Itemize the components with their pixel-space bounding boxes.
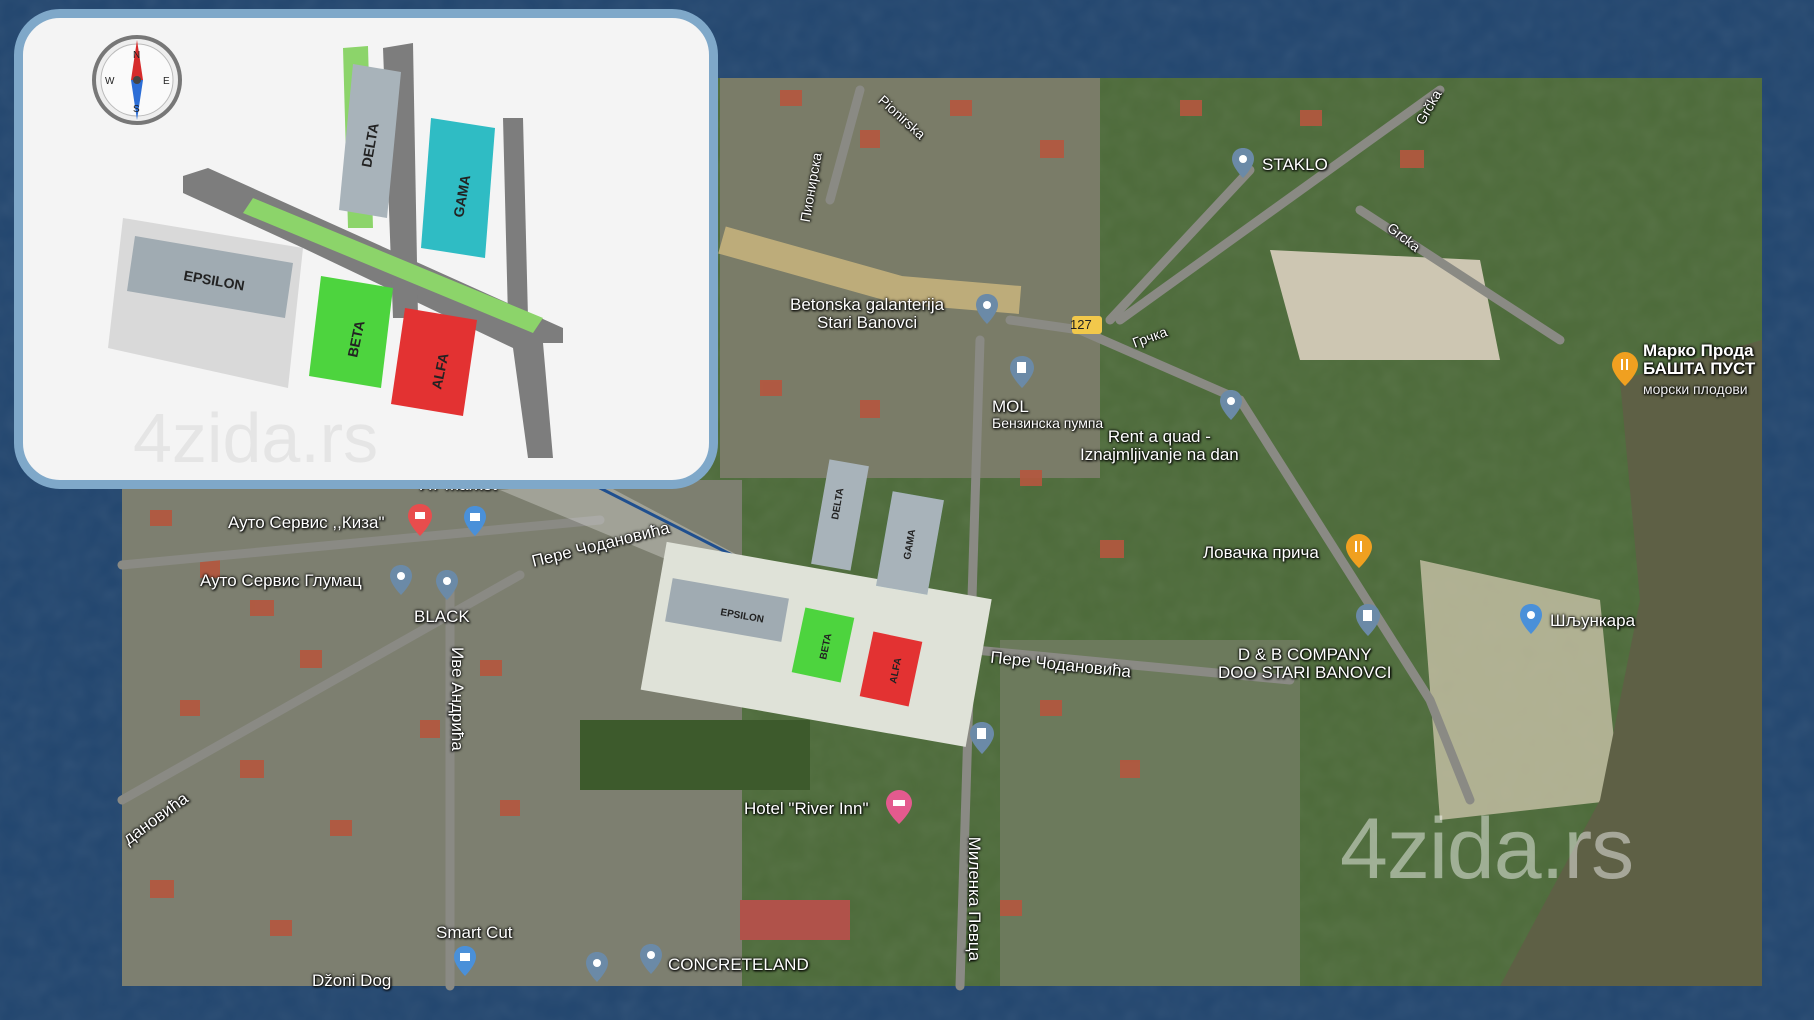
shop-pin-icon[interactable] xyxy=(454,946,476,981)
map-pin-icon[interactable] xyxy=(976,294,998,329)
shop-pin-icon[interactable] xyxy=(464,506,486,541)
car-service-pin-icon[interactable] xyxy=(408,504,432,541)
street-milenka-pevca: Миленка Певца xyxy=(965,836,985,962)
place-morski: морски плодови xyxy=(1643,381,1748,397)
place-lovacka[interactable]: Ловачка прича xyxy=(1203,544,1319,562)
map-pin-icon[interactable] xyxy=(640,944,662,979)
place-smart-cut[interactable]: Smart Cut xyxy=(436,924,513,942)
place-marko[interactable]: Марко Прода xyxy=(1643,342,1754,360)
place-mol[interactable]: MOL xyxy=(992,398,1029,416)
gas-station-icon[interactable] xyxy=(1356,604,1380,641)
place-glumac[interactable]: Ауто Сервис Глумац xyxy=(200,572,362,590)
street-ive-andrica: Иве Андрића xyxy=(447,647,467,751)
place-db-company[interactable]: D & B COMPANY DOO STARI BANOVCI xyxy=(1218,646,1392,682)
place-betonska[interactable]: Betonska galanterija Stari Banovci xyxy=(790,296,944,332)
map-pin-icon[interactable] xyxy=(436,570,458,605)
place-black[interactable]: BLACK xyxy=(414,608,470,626)
restaurant-pin-icon[interactable] xyxy=(1346,534,1372,573)
map-pin-icon[interactable] xyxy=(1232,148,1254,183)
place-hotel-river-inn[interactable]: Hotel "River Inn" xyxy=(744,800,869,818)
compass-e: E xyxy=(163,76,170,87)
site-plan-inset: N S E W EPSILON DELTA GAMA BETA ALFA 4zi… xyxy=(14,9,718,489)
place-staklo[interactable]: STAKLO xyxy=(1262,156,1328,174)
place-kiza[interactable]: Ауто Сервис ,,Киза" xyxy=(228,514,385,532)
map-pin-icon[interactable] xyxy=(586,952,608,987)
hotel-pin-icon[interactable] xyxy=(886,790,912,829)
inset-watermark: 4zida.rs xyxy=(133,399,379,477)
compass-s: S xyxy=(133,104,140,115)
compass-w: W xyxy=(105,76,115,87)
place-basta[interactable]: БАШТА ПУСТ xyxy=(1643,360,1755,378)
place-dzoni-dog[interactable]: Džoni Dog xyxy=(312,972,391,990)
gas-station-icon[interactable] xyxy=(1010,356,1034,393)
place-rent-a-quad[interactable]: Rent a quad - Iznajmljivanje na dan xyxy=(1080,428,1239,464)
map-pin-icon[interactable] xyxy=(1520,604,1542,639)
map-pin-icon[interactable] xyxy=(390,565,412,600)
road-number: 127 xyxy=(1070,317,1092,332)
map-pin-icon[interactable] xyxy=(1220,390,1242,425)
place-concreteland[interactable]: CONCRETELAND xyxy=(668,956,809,974)
restaurant-pin-icon[interactable] xyxy=(1612,352,1638,391)
gas-station-icon[interactable] xyxy=(970,722,994,759)
compass-n: N xyxy=(133,50,140,61)
map-watermark: 4zida.rs xyxy=(1340,801,1634,897)
place-sljunkara[interactable]: Шљункара xyxy=(1550,612,1635,630)
